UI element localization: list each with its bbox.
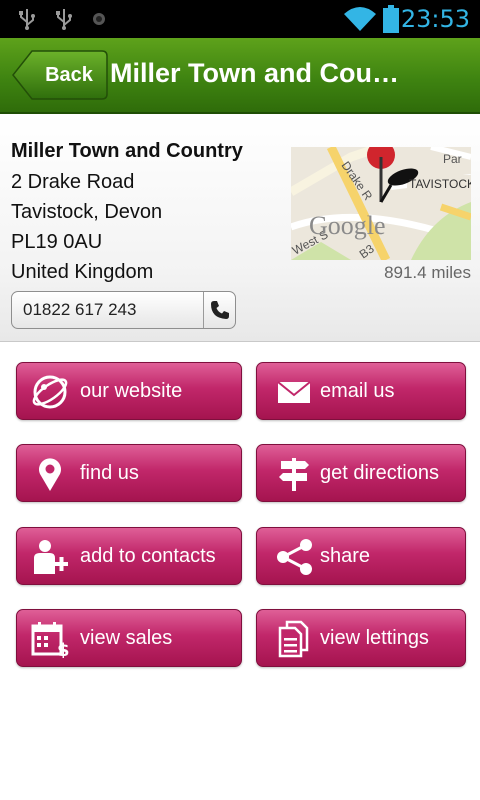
- add-to-contacts-button[interactable]: add to contacts: [16, 527, 242, 585]
- our-website-label: our website: [80, 380, 183, 402]
- distance-label: 891.4 miles: [384, 263, 471, 282]
- wifi-icon: [343, 6, 377, 37]
- view-sales-label: view sales: [80, 627, 173, 649]
- address-line1: 2 Drake Road: [11, 171, 135, 193]
- back-button[interactable]: Back: [12, 50, 108, 100]
- email-us-label: email us: [320, 380, 395, 402]
- map-label-tavistock: TAVISTOCK: [409, 177, 471, 191]
- usb-icon: [18, 8, 36, 35]
- view-sales-button[interactable]: $ view sales: [16, 609, 242, 667]
- our-website-button[interactable]: our website: [16, 362, 242, 420]
- call-button[interactable]: [203, 292, 235, 328]
- header-bar: Back Miller Town and Country: [0, 38, 480, 114]
- add-to-contacts-label: add to contacts: [80, 545, 216, 567]
- country: United Kingdom: [11, 261, 154, 283]
- phone-number: 01822 617 243: [23, 300, 137, 319]
- location-map[interactable]: TAVISTOCK Drake R Par West S B3 Google: [291, 147, 471, 260]
- signpost-icon: [275, 455, 313, 493]
- calendar-money-icon: $: [31, 620, 70, 661]
- battery-icon: [383, 5, 399, 38]
- email-us-button[interactable]: email us: [256, 362, 466, 420]
- status-bar: 23:53: [0, 0, 480, 38]
- share-label: share: [320, 545, 371, 567]
- add-contact-icon: [31, 538, 69, 576]
- clock: 23:53: [400, 5, 470, 33]
- get-directions-label: get directions: [320, 462, 439, 484]
- agent-info-panel: Miller Town and Country 2 Drake Road Tav…: [0, 114, 480, 342]
- view-lettings-button[interactable]: view lettings: [256, 609, 466, 667]
- get-directions-button[interactable]: get directions: [256, 444, 466, 502]
- phone-icon: [211, 301, 229, 319]
- page-title: Miller Town and Country: [110, 58, 410, 88]
- find-us-label: find us: [80, 462, 139, 484]
- share-button[interactable]: share: [256, 527, 466, 585]
- envelope-icon: [275, 373, 313, 411]
- back-button-label: Back: [45, 64, 93, 86]
- documents-icon: [275, 620, 313, 658]
- share-icon: [275, 538, 313, 576]
- postcode: PL19 0AU: [11, 231, 103, 253]
- notification-icon: [92, 12, 106, 31]
- phone-field[interactable]: 01822 617 243: [11, 291, 236, 329]
- map-label-par: Par: [443, 152, 462, 166]
- view-lettings-label: view lettings: [320, 627, 429, 649]
- address-line2: Tavistock, Devon: [11, 201, 163, 223]
- agent-name: Miller Town and Country: [11, 140, 243, 162]
- google-logo: Google: [309, 211, 386, 240]
- globe-icon: [31, 373, 69, 411]
- svg-text:$: $: [57, 640, 69, 658]
- usb-icon: [55, 8, 73, 35]
- find-us-button[interactable]: find us: [16, 444, 242, 502]
- map-pin-icon: [31, 455, 69, 493]
